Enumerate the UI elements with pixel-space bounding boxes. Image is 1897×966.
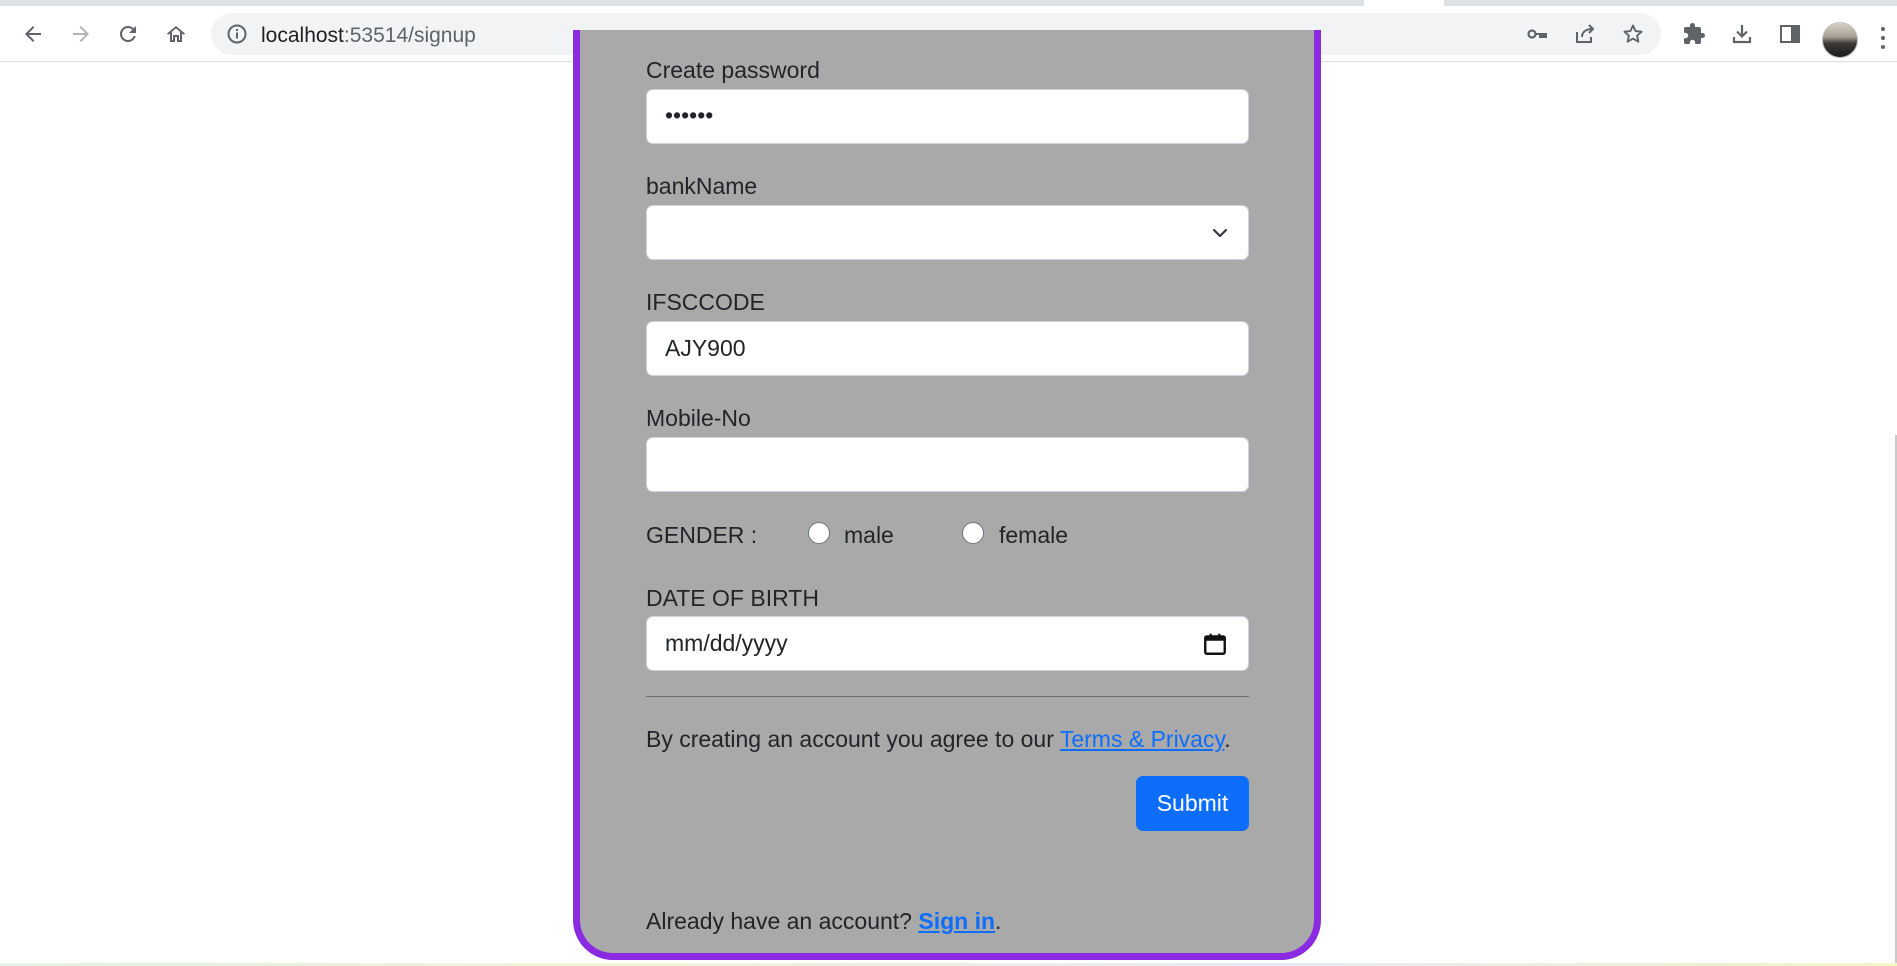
password-value: •••••• — [665, 102, 714, 128]
info-icon[interactable] — [225, 22, 249, 46]
side-panel-button[interactable] — [1772, 16, 1808, 52]
password-label: Create password — [646, 57, 820, 83]
signin-text: Already have an account? Sign in. — [646, 908, 1001, 935]
home-icon — [167, 26, 185, 42]
url-text[interactable]: localhost:53514/signup — [261, 24, 476, 48]
kebab-menu-icon[interactable] — [1878, 24, 1888, 54]
downloads-button[interactable] — [1724, 16, 1760, 52]
radio-male[interactable] — [808, 522, 830, 544]
back-arrow-icon — [25, 26, 41, 42]
dob-placeholder: mm/dd/yyyy — [665, 630, 788, 656]
gender-label: GENDER : — [646, 522, 758, 548]
ifsc-field[interactable]: AJY900 — [646, 321, 1249, 376]
form-divider — [646, 696, 1249, 697]
puzzle-icon — [1684, 23, 1705, 44]
terms-text: By creating an account you agree to our … — [646, 726, 1231, 753]
avatar[interactable] — [1822, 22, 1858, 58]
password-field[interactable]: •••••• — [646, 89, 1249, 144]
mobile-field[interactable] — [646, 437, 1249, 492]
reload-icon — [119, 25, 136, 42]
extensions-button[interactable] — [1676, 16, 1712, 52]
chevron-down-icon — [1212, 228, 1228, 238]
ifsc-label: IFSCCODE — [646, 289, 765, 315]
key-icon[interactable] — [1525, 22, 1549, 46]
terms-suffix: . — [1224, 726, 1231, 752]
terms-prefix: By creating an account you agree to our — [646, 726, 1060, 752]
ifsc-value: AJY900 — [665, 335, 746, 361]
side-panel-icon — [1780, 25, 1800, 43]
star-icon[interactable] — [1621, 22, 1645, 46]
reload-button[interactable] — [110, 16, 146, 52]
share-icon[interactable] — [1573, 22, 1597, 46]
forward-arrow-icon — [73, 26, 89, 42]
signin-prefix: Already have an account? — [646, 908, 919, 934]
terms-link[interactable]: Terms & Privacy — [1060, 726, 1224, 752]
dob-label: DATE OF BIRTH — [646, 585, 819, 611]
signin-link[interactable]: Sign in — [918, 908, 995, 934]
forward-button[interactable] — [63, 16, 99, 52]
bank-name-select[interactable] — [646, 205, 1249, 260]
bank-name-label: bankName — [646, 173, 758, 199]
submit-button[interactable]: Submit — [1136, 776, 1249, 831]
radio-female-label[interactable]: female — [999, 522, 1068, 549]
url-path: :53514/signup — [343, 24, 476, 47]
back-button[interactable] — [15, 16, 51, 52]
dob-field[interactable]: mm/dd/yyyy — [646, 616, 1249, 671]
radio-female[interactable] — [962, 522, 984, 544]
calendar-icon[interactable] — [1202, 631, 1228, 657]
home-button[interactable] — [158, 16, 194, 52]
download-icon — [1732, 25, 1752, 44]
mobile-label: Mobile-No — [646, 405, 751, 431]
signin-suffix: . — [995, 908, 1002, 934]
radio-male-label[interactable]: male — [844, 522, 894, 549]
url-host: localhost — [261, 24, 344, 47]
